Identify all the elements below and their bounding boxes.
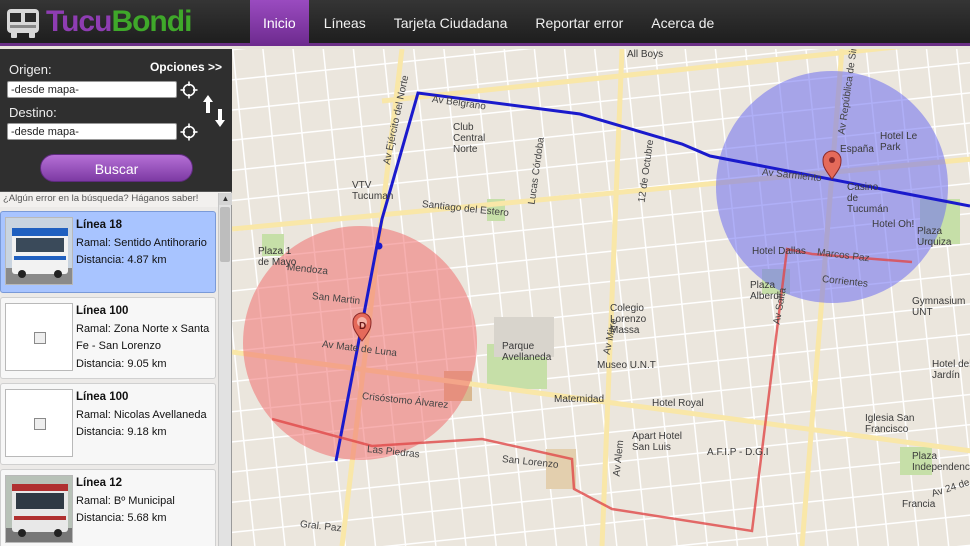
result-item[interactable]: Línea 18 Ramal: Sentido Antihorario Dist… [0, 211, 216, 293]
poi-label: Plaza Independencia [912, 451, 970, 473]
route-search-panel: Origen: Opciones >> Destino: Buscar [0, 49, 232, 192]
poi-label: Colegio Lorenzo Massa [610, 303, 647, 336]
poi-label: Hotel del Jardín [932, 359, 970, 381]
buscar-button[interactable]: Buscar [40, 154, 193, 182]
destino-crosshair-icon[interactable] [180, 123, 198, 141]
results-list: Línea 18 Ramal: Sentido Antihorario Dist… [0, 208, 218, 546]
nav-lineas[interactable]: Líneas [311, 0, 379, 46]
sidebar: Origen: Opciones >> Destino: Buscar ¿Alg… [0, 49, 232, 546]
broken-image-icon [34, 418, 46, 430]
main-nav: Inicio Líneas Tarjeta Ciudadana Reportar… [250, 0, 729, 46]
result-distance: Distancia: 5.68 km [76, 512, 167, 524]
result-ramal: Ramal: Nicolas Avellaneda [76, 408, 207, 421]
origen-crosshair-icon[interactable] [180, 81, 198, 99]
poi-label: Maternidad [554, 394, 605, 405]
error-report-note[interactable]: ¿Algún error en la búsqueda? Háganos sab… [0, 192, 231, 207]
top-navigation-bar: TucuBondi Inicio Líneas Tarjeta Ciudadan… [0, 0, 970, 46]
result-distance: Distancia: 4.87 km [76, 254, 167, 266]
poi-label: España [840, 144, 874, 155]
poi-label: Iglesia San Francisco [865, 413, 915, 435]
result-distance: Distancia: 9.18 km [76, 426, 167, 438]
poi-label: Plaza Urquiza [917, 226, 952, 248]
poi-label: Parque Avellaneda [502, 341, 552, 363]
result-thumbnail [5, 389, 73, 457]
nav-tarjeta-ciudadana[interactable]: Tarjeta Ciudadana [381, 0, 521, 46]
poi-label: Museo U.N.T [597, 360, 656, 371]
bus-logo-icon [4, 5, 42, 39]
scroll-up-arrow-icon[interactable]: ▲ [219, 193, 232, 205]
scrollbar-thumb[interactable] [220, 207, 230, 262]
nav-reportar-error[interactable]: Reportar error [522, 0, 636, 46]
poi-label: Apart Hotel San Luis [632, 431, 683, 453]
result-item[interactable]: Línea 12 Ramal: Bº Municipal Distancia: … [0, 469, 216, 546]
result-thumbnail [5, 303, 73, 371]
map[interactable]: D Av Belgrano Av Sarmiento Av Mate de Lu… [232, 49, 970, 546]
poi-label: Plaza Alberdi [750, 280, 782, 302]
result-title: Línea 18 [76, 219, 123, 231]
result-title: Línea 12 [76, 477, 123, 489]
origin-marker-label: D [359, 321, 367, 332]
result-title: Línea 100 [76, 305, 129, 317]
opciones-link[interactable]: Opciones >> [150, 60, 222, 74]
destino-input[interactable] [7, 123, 177, 140]
origen-label: Origen: [9, 62, 52, 77]
result-ramal: Ramal: Bº Municipal [76, 494, 175, 507]
poi-label: Hotel Le Park [880, 131, 918, 153]
bus-photo [5, 475, 73, 543]
nav-acerca-de[interactable]: Acerca de [638, 0, 727, 46]
nav-inicio[interactable]: Inicio [250, 0, 309, 46]
result-distance: Distancia: 9.05 km [76, 357, 167, 370]
result-item[interactable]: Línea 100 Ramal: Nicolas Avellaneda Dist… [0, 383, 216, 465]
poi-label: Casino de Tucumán [847, 182, 889, 215]
bus-photo [5, 217, 73, 285]
poi-label: Hotel Oh! [872, 219, 915, 230]
broken-image-icon [34, 332, 46, 344]
brand-name: TucuBondi [46, 5, 192, 38]
poi-label: Plaza 1 de Mayo [258, 246, 297, 268]
poi-label: All Boys [627, 49, 664, 60]
result-ramal: Ramal: Sentido Antihorario [76, 236, 207, 249]
destino-label: Destino: [9, 105, 57, 120]
result-ramal: Ramal: Zona Norte x Santa Fe - San Loren… [76, 322, 210, 353]
poi-label: Hotel Royal [652, 398, 704, 409]
origen-input[interactable] [7, 81, 177, 98]
result-title: Línea 100 [76, 391, 129, 403]
logo[interactable]: TucuBondi [4, 3, 192, 41]
poi-label: VTV Tucuman [352, 180, 394, 202]
poi-label: Gymnasium UNT [912, 296, 966, 318]
result-item[interactable]: Línea 100 Ramal: Zona Norte x Santa Fe -… [0, 297, 216, 379]
poi-label: Club Central Norte [453, 122, 486, 155]
results-scrollbar[interactable]: ▲ [218, 193, 232, 546]
poi-label: Francia [902, 499, 936, 510]
destination-area-circle [716, 71, 948, 303]
poi-label: Hotel Dallas [752, 246, 806, 257]
poi-label: A.F.I.P - D.G.I [707, 447, 769, 458]
swap-origin-destination-icon[interactable] [203, 95, 225, 127]
